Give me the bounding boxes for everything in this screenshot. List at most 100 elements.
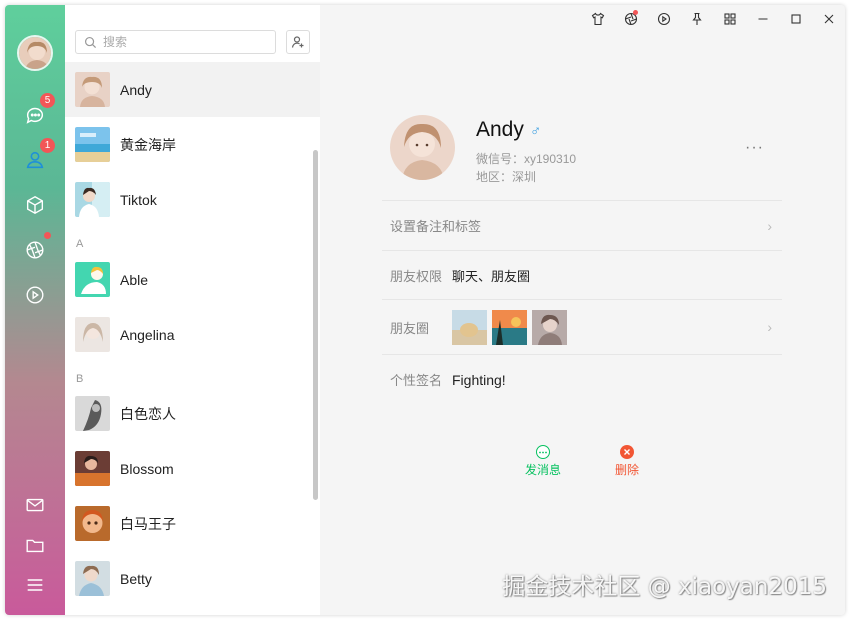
pin-button[interactable]: [680, 5, 713, 33]
profile-wechat-id: 微信号：xy190310: [476, 152, 577, 166]
search-box[interactable]: [75, 30, 276, 54]
contacts-badge: 1: [40, 138, 55, 153]
search-icon: [84, 36, 97, 48]
add-contact-button[interactable]: [286, 30, 310, 54]
window-toolbar: [581, 5, 845, 33]
add-user-icon: [291, 36, 304, 48]
play-icon: [657, 12, 670, 26]
contact-name: 白色恋人: [120, 405, 176, 422]
user-avatar[interactable]: [17, 35, 53, 71]
delete-label: 删除: [615, 463, 640, 477]
more-options-button[interactable]: ···: [745, 139, 764, 157]
contacts-nav-button[interactable]: 1: [21, 138, 55, 174]
contacts-icon: [26, 151, 44, 169]
remark-tags-label: 设置备注和标签: [390, 219, 482, 234]
aperture-icon: [26, 241, 44, 259]
chat-icon: [26, 107, 44, 124]
signature-row: 个性签名 Fighting!: [382, 354, 782, 404]
contact-name: Blossom: [120, 460, 174, 477]
skin-button[interactable]: [581, 5, 614, 33]
contact-list-panel: Andy 黄金海岸 Tiktok A Able Angelina B 白色恋人 …: [65, 5, 320, 615]
contact-avatar: [75, 506, 110, 541]
contact-avatar: [75, 451, 110, 486]
search-bar: [65, 5, 320, 63]
grid-button[interactable]: [713, 5, 746, 33]
contact-item-white-horse-prince[interactable]: 白马王子: [65, 496, 320, 551]
contact-avatar: [75, 182, 110, 217]
moment-thumbnail: [492, 309, 527, 345]
contact-item-able[interactable]: Able: [65, 252, 320, 307]
maximize-button[interactable]: [779, 5, 812, 33]
cube-icon: [26, 195, 44, 215]
moments-toolbar-button[interactable]: [614, 5, 647, 33]
profile-avatar[interactable]: [390, 115, 455, 180]
contact-item-white-lover[interactable]: 白色恋人: [65, 386, 320, 441]
contact-name: Tiktok: [120, 191, 157, 208]
contact-avatar: [75, 72, 110, 107]
contact-item-angelina[interactable]: Angelina: [65, 307, 320, 362]
contact-item-andy[interactable]: Andy: [65, 62, 320, 117]
contact-name: Able: [120, 271, 149, 288]
chevron-right-icon: ›: [767, 319, 772, 335]
section-header-b: B: [76, 373, 84, 385]
chat-nav-button[interactable]: 5: [21, 93, 55, 129]
minimize-icon: [758, 18, 767, 20]
grid-icon: [723, 13, 736, 25]
app-window: 5 1 搜索 Andy 黄金海岸 Tiktok A Able Angelina …: [5, 5, 845, 615]
contact-item-betty[interactable]: Betty: [65, 551, 320, 606]
contact-avatar: [75, 262, 110, 297]
contact-list-scrollbar[interactable]: [313, 150, 318, 500]
moment-thumbnail: [532, 309, 567, 345]
delete-contact-button[interactable]: 删除: [615, 445, 639, 478]
message-icon: [536, 445, 550, 459]
contact-avatar: [75, 561, 110, 596]
folder-nav-button[interactable]: [21, 531, 49, 559]
pin-icon: [691, 12, 702, 25]
delete-icon: [620, 445, 634, 459]
contact-detail-panel: Andy ♂ 微信号：xy190310 地区：深圳 ··· 设置备注和标签 › …: [320, 5, 845, 615]
play-icon: [26, 286, 44, 304]
contact-item-blossom[interactable]: Blossom: [65, 441, 320, 496]
contact-avatar: [75, 317, 110, 352]
tshirt-icon: [591, 12, 604, 26]
signature-label: 个性签名: [390, 373, 443, 388]
send-message-label: 发消息: [525, 463, 562, 477]
contact-name: Betty: [120, 570, 152, 587]
minimize-button[interactable]: [746, 5, 779, 33]
notification-dot: [633, 10, 638, 15]
moment-thumbnail: [452, 309, 487, 345]
send-message-button[interactable]: 发消息: [525, 445, 561, 478]
contact-item-tiktok[interactable]: Tiktok: [65, 172, 320, 227]
profile-region: 地区：深圳: [476, 170, 537, 184]
chevron-right-icon: ›: [767, 217, 772, 234]
watermark: 掘金技术社区 @ xiaoyan2015: [502, 574, 827, 600]
remark-tags-row[interactable]: 设置备注和标签 ›: [382, 200, 782, 250]
profile-name: Andy: [476, 118, 524, 141]
video-nav-button[interactable]: [21, 281, 49, 309]
section-header-a: A: [76, 238, 84, 250]
signature-value: Fighting!: [452, 371, 506, 388]
permission-value: 聊天、朋友圈: [452, 268, 531, 284]
nav-rail: 5 1: [5, 5, 65, 615]
contact-avatar: [75, 127, 110, 162]
cube-nav-button[interactable]: [21, 191, 49, 219]
contact-name: Angelina: [120, 326, 175, 343]
folder-icon: [26, 539, 44, 553]
mail-nav-button[interactable]: [21, 491, 49, 519]
moments-nav-button[interactable]: [21, 232, 51, 264]
search-input[interactable]: [103, 35, 253, 49]
video-toolbar-button[interactable]: [647, 5, 680, 33]
moments-dot: [44, 232, 51, 239]
close-icon: [824, 14, 833, 24]
contact-avatar: [75, 396, 110, 431]
mail-icon: [26, 498, 44, 512]
contact-item-gold-coast[interactable]: 黄金海岸: [65, 117, 320, 172]
permission-label: 朋友权限: [390, 268, 443, 284]
menu-nav-button[interactable]: [21, 571, 49, 599]
close-button[interactable]: [812, 5, 845, 33]
male-icon: ♂: [530, 123, 542, 140]
moments-row[interactable]: 朋友圈 ›: [382, 299, 782, 354]
moments-label: 朋友圈: [390, 320, 430, 336]
contact-name: 白马王子: [120, 515, 176, 532]
chat-badge: 5: [40, 93, 55, 108]
